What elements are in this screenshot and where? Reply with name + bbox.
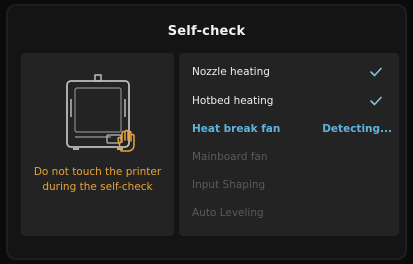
checklist-panel: Nozzle heating Hotbed heating Heat break… [179,53,399,236]
warning-line-2: during the self-check [42,181,153,193]
hand-icon [117,129,135,152]
check-item-mainboard-fan: Mainboard fan [192,147,392,167]
checkmark-icon [370,96,382,106]
do-not-touch-warning: Do not touch the printer during the self… [21,165,174,195]
warning-line-1: Do not touch the printer [33,166,162,178]
check-item-label: Mainboard fan [192,151,268,163]
check-item-label: Hotbed heating [192,95,274,107]
check-item-label: Input Shaping [192,179,266,191]
check-item-heat-break-fan: Heat break fan Detecting... [192,119,392,139]
page-title: Self-check [167,24,246,39]
check-item-label: Nozzle heating [192,66,270,78]
warning-panel: Do not touch the printer during the self… [21,53,174,236]
check-item-label: Auto Leveling [192,207,264,219]
checkmark-icon [370,67,382,77]
check-item-auto-leveling: Auto Leveling [192,203,392,223]
printer-illustration [57,71,141,161]
check-item-label: Heat break fan [192,123,281,135]
check-item-input-shaping: Input Shaping [192,175,392,195]
check-item-hotbed-heating: Hotbed heating [192,91,392,111]
check-item-nozzle-heating: Nozzle heating [192,62,392,82]
detecting-status: Detecting... [322,123,392,135]
